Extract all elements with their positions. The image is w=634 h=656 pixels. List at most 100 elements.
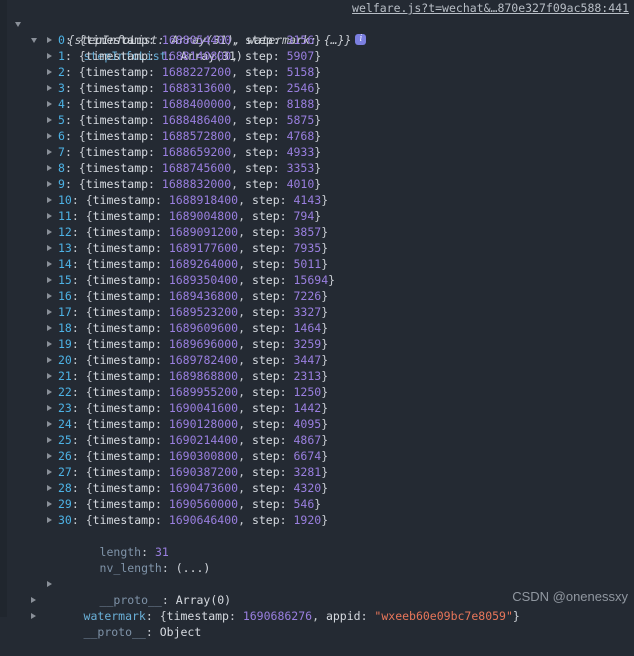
tree-row-root-preview[interactable]: {stepInfoList: Array(31), watermark: {…}…	[0, 0, 634, 47]
comma-separator: ,	[238, 337, 252, 351]
tree-row-array-entry[interactable]: 26: {timestamp: 1690300800, step: 6674}	[0, 448, 634, 464]
tree-row-array-entry[interactable]: 29: {timestamp: 1690560000, step: 546}	[0, 496, 634, 512]
array-entries-container: 0: {timestamp: 1688054400, step: 3156} 1:…	[0, 32, 634, 528]
disclosure-triangle-closed-icon[interactable]	[47, 304, 56, 320]
comma-separator: ,	[238, 449, 252, 463]
disclosure-triangle-closed-icon[interactable]	[47, 384, 56, 400]
tree-row-array-entry[interactable]: 10: {timestamp: 1688918400, step: 4143}	[0, 192, 634, 208]
tree-row-array-entry[interactable]: 4: {timestamp: 1688400000, step: 8188}	[0, 96, 634, 112]
colon-separator: :	[154, 353, 169, 367]
close-brace: }	[314, 113, 322, 127]
tree-row-array-entry[interactable]: 9: {timestamp: 1688832000, step: 4010}	[0, 176, 634, 192]
timestamp-value: 1690041600	[168, 401, 239, 415]
disclosure-triangle-closed-icon[interactable]	[47, 400, 56, 416]
colon-separator: :	[64, 97, 79, 111]
tree-row-array-entry[interactable]: 3: {timestamp: 1688313600, step: 2546}	[0, 80, 634, 96]
disclosure-triangle-closed-icon[interactable]	[47, 208, 56, 224]
step-key: step	[251, 353, 280, 367]
tree-row-array-entry[interactable]: 5: {timestamp: 1688486400, step: 5875}	[0, 112, 634, 128]
disclosure-triangle-closed-icon[interactable]	[47, 80, 56, 96]
disclosure-triangle-closed-icon[interactable]	[47, 32, 56, 48]
tree-row-array-entry[interactable]: 21: {timestamp: 1689868800, step: 2313}	[0, 368, 634, 384]
tree-row-array-entry[interactable]: 0: {timestamp: 1688054400, step: 3156}	[0, 32, 634, 48]
disclosure-triangle-closed-icon[interactable]	[47, 464, 56, 480]
disclosure-triangle-closed-icon[interactable]	[47, 352, 56, 368]
disclosure-triangle-closed-icon[interactable]	[47, 160, 56, 176]
tree-row-array-entry[interactable]: 16: {timestamp: 1689436800, step: 7226}	[0, 288, 634, 304]
step-value: 3281	[293, 465, 322, 479]
disclosure-triangle-closed-icon[interactable]	[47, 96, 56, 112]
colon-separator: :	[154, 337, 169, 351]
disclosure-triangle-closed-icon[interactable]	[47, 448, 56, 464]
disclosure-triangle-closed-icon[interactable]	[47, 272, 56, 288]
disclosure-triangle-closed-icon[interactable]	[47, 416, 56, 432]
disclosure-triangle-closed-icon[interactable]	[47, 368, 56, 384]
timestamp-key: timestamp	[92, 289, 155, 303]
tree-row-array-entry[interactable]: 24: {timestamp: 1690128000, step: 4095}	[0, 416, 634, 432]
disclosure-triangle-closed-icon[interactable]	[47, 240, 56, 256]
tree-row-array-entry[interactable]: 12: {timestamp: 1689091200, step: 3857}	[0, 224, 634, 240]
close-brace: }	[321, 353, 329, 367]
tree-row-array-entry[interactable]: 22: {timestamp: 1689955200, step: 1250}	[0, 384, 634, 400]
colon-separator: :	[71, 369, 86, 383]
step-key: step	[251, 417, 280, 431]
disclosure-triangle-closed-icon[interactable]	[47, 128, 56, 144]
step-value: 4933	[286, 145, 315, 159]
disclosure-triangle-closed-icon[interactable]	[47, 144, 56, 160]
tree-row-array-entry[interactable]: 27: {timestamp: 1690387200, step: 3281}	[0, 464, 634, 480]
property-key-root-proto: __proto__	[83, 625, 146, 639]
close-brace: }	[314, 145, 322, 159]
disclosure-triangle-closed-icon[interactable]	[47, 256, 56, 272]
colon-separator: :	[148, 65, 162, 79]
comma-separator: ,	[238, 273, 252, 287]
colon-separator: :	[145, 625, 160, 639]
disclosure-triangle-closed-icon[interactable]	[47, 176, 56, 192]
disclosure-triangle-closed-icon[interactable]	[47, 480, 56, 496]
colon-separator: :	[154, 497, 169, 511]
disclosure-triangle-closed-icon[interactable]	[47, 48, 56, 64]
disclosure-triangle-closed-icon[interactable]	[47, 496, 56, 512]
disclosure-triangle-closed-icon[interactable]	[47, 64, 56, 80]
open-brace: {	[78, 177, 86, 191]
disclosure-triangle-closed-icon[interactable]	[47, 336, 56, 352]
tree-row-array-entry[interactable]: 1: {timestamp: 1688140800, step: 5907}	[0, 48, 634, 64]
disclosure-triangle-closed-icon[interactable]	[31, 608, 40, 624]
tree-row-array-entry[interactable]: 17: {timestamp: 1689523200, step: 3327}	[0, 304, 634, 320]
disclosure-triangle-closed-icon[interactable]	[47, 432, 56, 448]
entry-index: 25	[58, 433, 72, 447]
tree-row-array-entry[interactable]: 28: {timestamp: 1690473600, step: 4320}	[0, 480, 634, 496]
disclosure-triangle-closed-icon[interactable]	[47, 512, 56, 528]
tree-row-array-entry[interactable]: 23: {timestamp: 1690041600, step: 1442}	[0, 400, 634, 416]
tree-row-array-entry[interactable]: 7: {timestamp: 1688659200, step: 4933}	[0, 144, 634, 160]
tree-row-nv-length[interactable]: nv_length: (...)	[0, 544, 634, 575]
tree-row-array-proto[interactable]: __proto__: Array(0)	[0, 560, 634, 607]
timestamp-key: timestamp	[85, 113, 149, 127]
tree-row-array-entry[interactable]: 19: {timestamp: 1689696000, step: 3259}	[0, 336, 634, 352]
comma-separator: ,	[238, 433, 252, 447]
tree-row-array-entry[interactable]: 15: {timestamp: 1689350400, step: 15694}	[0, 272, 634, 288]
tree-row-array-entry[interactable]: 14: {timestamp: 1689264000, step: 5011}	[0, 256, 634, 272]
colon-separator: :	[279, 209, 294, 223]
timestamp-key: timestamp	[92, 369, 155, 383]
tree-row-array-entry[interactable]: 20: {timestamp: 1689782400, step: 3447}	[0, 352, 634, 368]
disclosure-triangle-closed-icon[interactable]	[47, 224, 56, 240]
tree-row-array-entry[interactable]: 25: {timestamp: 1690214400, step: 4867}	[0, 432, 634, 448]
disclosure-triangle-closed-icon[interactable]	[47, 320, 56, 336]
tree-row-array-entry[interactable]: 11: {timestamp: 1689004800, step: 794}	[0, 208, 634, 224]
tree-row-array-entry[interactable]: 18: {timestamp: 1689609600, step: 1464}	[0, 320, 634, 336]
entry-index: 19	[58, 337, 72, 351]
tree-row-array-entry[interactable]: 2: {timestamp: 1688227200, step: 5158}	[0, 64, 634, 80]
open-brace: {	[78, 33, 86, 47]
tree-row-array-entry[interactable]: 8: {timestamp: 1688745600, step: 3353}	[0, 160, 634, 176]
disclosure-triangle-closed-icon[interactable]	[47, 192, 56, 208]
comma-separator: ,	[312, 609, 326, 623]
timestamp-key: timestamp	[85, 177, 149, 191]
timestamp-key: timestamp	[85, 49, 149, 63]
disclosure-triangle-closed-icon[interactable]	[47, 112, 56, 128]
colon-separator: :	[279, 289, 294, 303]
disclosure-triangle-closed-icon[interactable]	[47, 288, 56, 304]
tree-row-array-entry[interactable]: 30: {timestamp: 1690646400, step: 1920}	[0, 512, 634, 528]
tree-row-stepinfolist[interactable]: stepInfoList: Array(31)	[0, 16, 634, 63]
tree-row-array-entry[interactable]: 6: {timestamp: 1688572800, step: 4768}	[0, 128, 634, 144]
tree-row-array-entry[interactable]: 13: {timestamp: 1689177600, step: 7935}	[0, 240, 634, 256]
